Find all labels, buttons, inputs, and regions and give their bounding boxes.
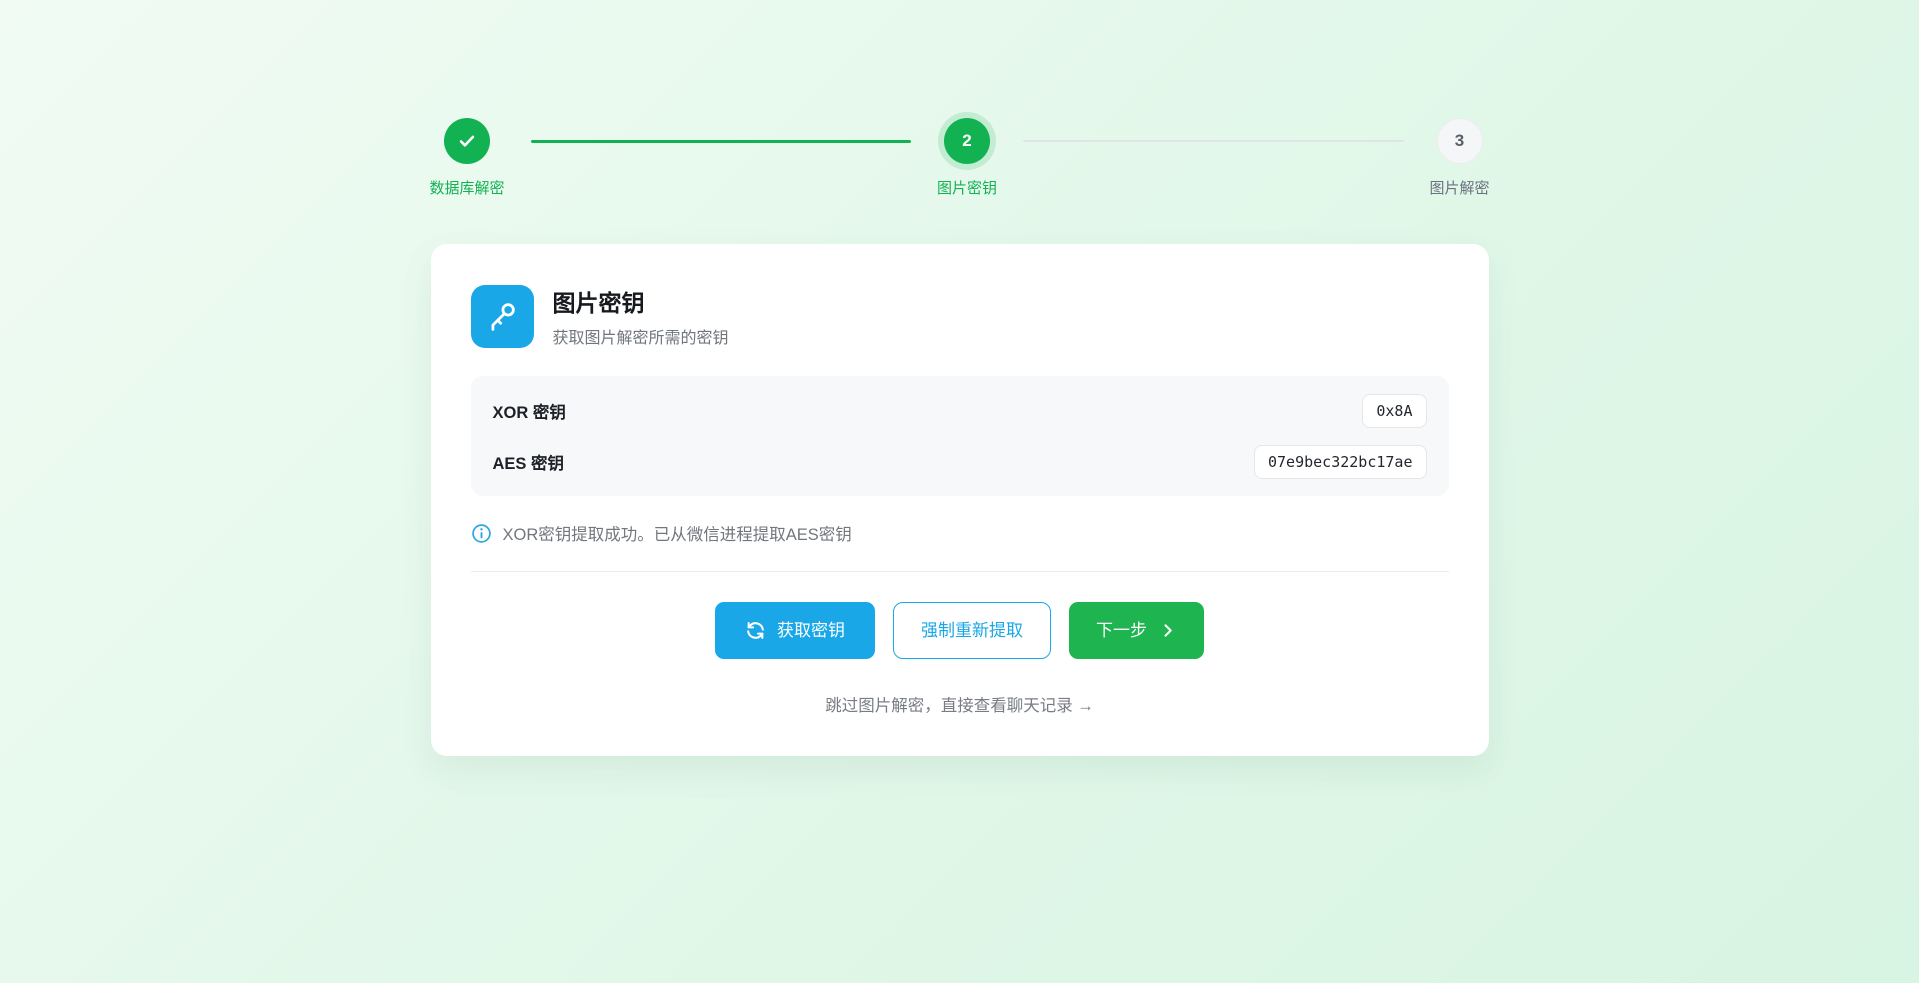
step-1-circle — [444, 118, 490, 164]
step-2-number: 2 — [962, 131, 971, 151]
step-2-circle: 2 — [944, 118, 990, 164]
status-message-row: XOR密钥提取成功。已从微信进程提取AES密钥 — [471, 521, 1449, 545]
image-key-card: 图片密钥 获取图片解密所需的密钥 XOR 密钥 0x8A AES 密钥 07e9… — [431, 244, 1489, 756]
step-2-label: 图片密钥 — [937, 177, 997, 198]
aes-key-label: AES 密钥 — [493, 450, 565, 474]
stepper-connector-completed — [531, 140, 911, 143]
xor-key-row: XOR 密钥 0x8A — [493, 385, 1427, 436]
xor-key-value: 0x8A — [1362, 394, 1426, 428]
aes-key-value: 07e9bec322bc17ae — [1254, 445, 1427, 479]
divider — [471, 571, 1449, 572]
next-step-button[interactable]: 下一步 — [1069, 602, 1204, 659]
key-panel: XOR 密钥 0x8A AES 密钥 07e9bec322bc17ae — [471, 376, 1449, 496]
get-key-label: 获取密钥 — [777, 622, 845, 639]
wizard-stepper: 数据库解密 2 图片密钥 3 图片解密 — [430, 118, 1490, 198]
aes-key-row: AES 密钥 07e9bec322bc17ae — [493, 436, 1427, 487]
next-step-label: 下一步 — [1096, 622, 1147, 639]
card-subtitle: 获取图片解密所需的密钥 — [553, 324, 729, 348]
key-icon — [471, 285, 534, 348]
step-3-number: 3 — [1455, 131, 1464, 151]
step-1-label: 数据库解密 — [430, 177, 505, 198]
card-titles: 图片密钥 获取图片解密所需的密钥 — [553, 284, 729, 348]
step-database-decrypt: 数据库解密 — [430, 118, 505, 198]
check-icon — [456, 130, 478, 152]
step-3-circle: 3 — [1437, 118, 1483, 164]
step-image-decrypt: 3 图片解密 — [1430, 118, 1490, 198]
step-3-label: 图片解密 — [1430, 177, 1490, 198]
get-key-button[interactable]: 获取密钥 — [715, 602, 875, 659]
force-reextract-button[interactable]: 强制重新提取 — [893, 602, 1051, 659]
force-reextract-label: 强制重新提取 — [921, 622, 1023, 639]
card-header: 图片密钥 获取图片解密所需的密钥 — [471, 284, 1449, 348]
step-image-key: 2 图片密钥 — [937, 118, 997, 198]
chevron-right-icon — [1158, 621, 1177, 640]
info-icon — [471, 523, 492, 544]
action-buttons: 获取密钥 强制重新提取 下一步 — [471, 602, 1449, 659]
xor-key-label: XOR 密钥 — [493, 399, 566, 423]
stepper-connector-pending — [1023, 140, 1403, 142]
skip-link[interactable]: 跳过图片解密，直接查看聊天记录 → — [825, 697, 1094, 715]
status-message: XOR密钥提取成功。已从微信进程提取AES密钥 — [503, 521, 852, 545]
skip-row: 跳过图片解密，直接查看聊天记录 → — [471, 692, 1449, 716]
refresh-icon — [745, 620, 766, 641]
card-title: 图片密钥 — [553, 284, 729, 318]
